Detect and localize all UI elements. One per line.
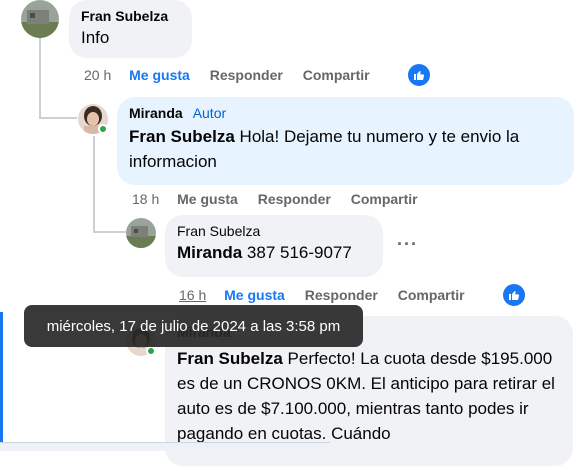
like-reaction-icon[interactable] [408,64,430,86]
like-button[interactable]: Me gusta [177,191,238,207]
reply-button[interactable]: Responder [210,67,283,83]
mention-link[interactable]: Miranda [177,243,242,262]
share-button[interactable]: Compartir [303,67,370,83]
comment-text: Miranda 387 516-9077 [177,243,352,262]
like-thumb-icon [414,71,425,80]
comment-actions: 18 h Me gusta Responder Compartir [132,191,434,207]
comment-author[interactable]: Fran Subelza [81,8,180,24]
comment-bubble: Miranda Autor Fran Subelza Hola! Dejame t… [117,97,574,185]
comment-actions: 16 h Me gusta Responder Compartir [179,287,481,303]
comment-timestamp[interactable]: 18 h [132,191,159,207]
focus-indicator [0,312,3,450]
author-badge: Autor [192,105,227,121]
online-status-icon [146,346,156,356]
share-button[interactable]: Compartir [351,191,418,207]
reply-button[interactable]: Responder [258,191,331,207]
mention-link[interactable]: Fran Subelza [129,127,235,146]
like-button[interactable]: Me gusta [224,287,285,303]
comment-text: Info [81,28,110,47]
thread-line [39,38,41,118]
comment-text: Fran Subelza Perfecto! La cuota desde $1… [177,349,555,443]
comment-actions: 20 h Me gusta Responder Compartir [84,67,386,83]
thread-line [93,136,95,232]
online-status-icon [98,124,108,134]
avatar[interactable] [126,218,156,248]
avatar[interactable] [21,0,59,38]
thread-line [39,117,77,119]
comment-timestamp[interactable]: 16 h [179,287,206,303]
profile-photo-icon [126,218,156,248]
like-reaction-icon[interactable] [503,284,525,306]
comment-text: Fran Subelza Hola! Dejame tu numero y te… [129,127,520,171]
reply-button[interactable]: Responder [305,287,378,303]
timestamp-tooltip: miércoles, 17 de julio de 2024 a las 3:5… [24,305,363,347]
comment-bubble: Fran Subelza Info [69,0,192,58]
comment-author[interactable]: Fran Subelza [177,223,371,239]
mention-link[interactable]: Fran Subelza [177,349,283,368]
like-button[interactable]: Me gusta [129,67,190,83]
like-thumb-icon [509,291,520,300]
thread-line [93,231,126,233]
comment-bubble: Fran Subelza Miranda 387 516-9077 [165,215,383,277]
comment-author[interactable]: Miranda [129,105,183,121]
comment-timestamp[interactable]: 20 h [84,67,111,83]
more-options-icon[interactable]: ··· [397,234,418,255]
share-button[interactable]: Compartir [398,287,465,303]
profile-photo-icon [21,0,59,38]
